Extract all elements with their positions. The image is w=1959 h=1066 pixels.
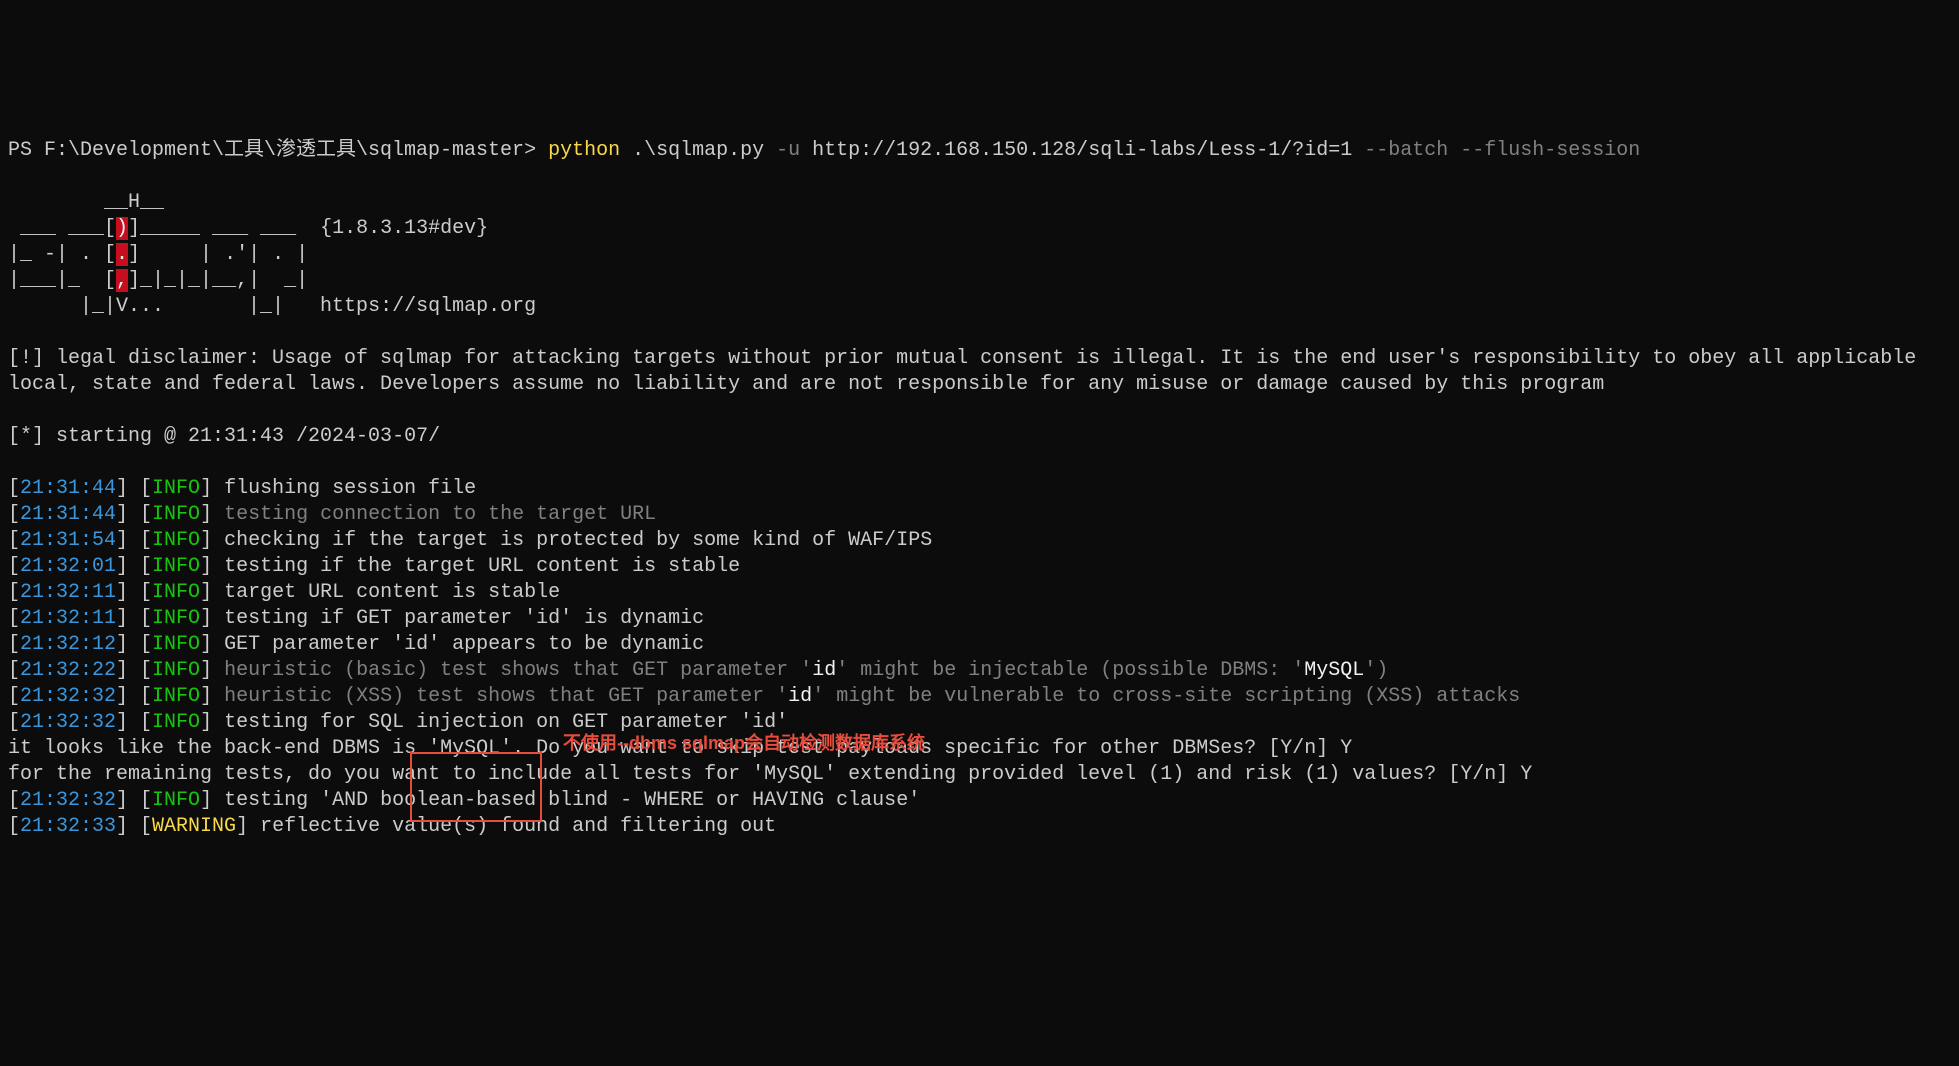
- logo-line-1: __H__: [8, 191, 164, 214]
- log-sql-injection-test: [21:32:32] [INFO] testing for SQL inject…: [8, 711, 788, 734]
- starting-line: [*] starting @ 21:31:43 /2024-03-07/: [8, 425, 440, 448]
- question-include-all: for the remaining tests, do you want to …: [8, 763, 1532, 786]
- cmd-python: python: [548, 139, 620, 162]
- legal-disclaimer: [!] legal disclaimer: Usage of sqlmap fo…: [8, 347, 1928, 396]
- annotation-dbms-note: 不使用--dbms sqlmap会自动检测数据库系统: [563, 732, 925, 755]
- log-line: [21:32:01] [INFO] testing if the target …: [8, 555, 740, 578]
- cmd-url: http://192.168.150.128/sqli-labs/Less-1/…: [800, 139, 1364, 162]
- cmd-flag-flush: --flush-session: [1448, 139, 1640, 162]
- logo-line-5: |_|V... |_| https://sqlmap.org: [8, 295, 536, 318]
- terminal[interactable]: PS F:\Development\工具\渗透工具\sqlmap-master>…: [8, 112, 1951, 918]
- logo-line-3: |_ -| . [.] | .'| . |: [8, 243, 308, 266]
- log-line: [21:31:54] [INFO] checking if the target…: [8, 529, 932, 552]
- log-line: [21:32:11] [INFO] target URL content is …: [8, 581, 560, 604]
- log-heuristic-xss: [21:32:32] [INFO] heuristic (XSS) test s…: [8, 685, 1520, 708]
- logo-line-2: ___ ___[)]_____ ___ ___ {1.8.3.13#dev}: [8, 217, 488, 240]
- cmd-script: .\sqlmap.py: [620, 139, 776, 162]
- cmd-flag-batch: --batch: [1364, 139, 1448, 162]
- log-heuristic-basic: [21:32:22] [INFO] heuristic (basic) test…: [8, 659, 1388, 682]
- prompt-path: PS F:\Development\工具\渗透工具\sqlmap-master>: [8, 139, 548, 162]
- log-boolean-blind: [21:32:32] [INFO] testing 'AND boolean-b…: [8, 789, 920, 812]
- log-line: [21:31:44] [INFO] testing connection to …: [8, 503, 656, 526]
- log-output: [21:31:44] [INFO] flushing session file …: [8, 476, 1951, 658]
- log-warning-reflective: [21:32:33] [WARNING] reflective value(s)…: [8, 815, 776, 838]
- log-line: [21:32:12] [INFO] GET parameter 'id' app…: [8, 633, 704, 656]
- prompt-line: PS F:\Development\工具\渗透工具\sqlmap-master>…: [8, 139, 1640, 162]
- log-line: [21:32:11] [INFO] testing if GET paramet…: [8, 607, 704, 630]
- log-line: [21:31:44] [INFO] flushing session file: [8, 477, 476, 500]
- cmd-flag-u: -u: [776, 139, 800, 162]
- logo-line-4: |___|_ [,]_|_|_|__,| _|: [8, 269, 308, 292]
